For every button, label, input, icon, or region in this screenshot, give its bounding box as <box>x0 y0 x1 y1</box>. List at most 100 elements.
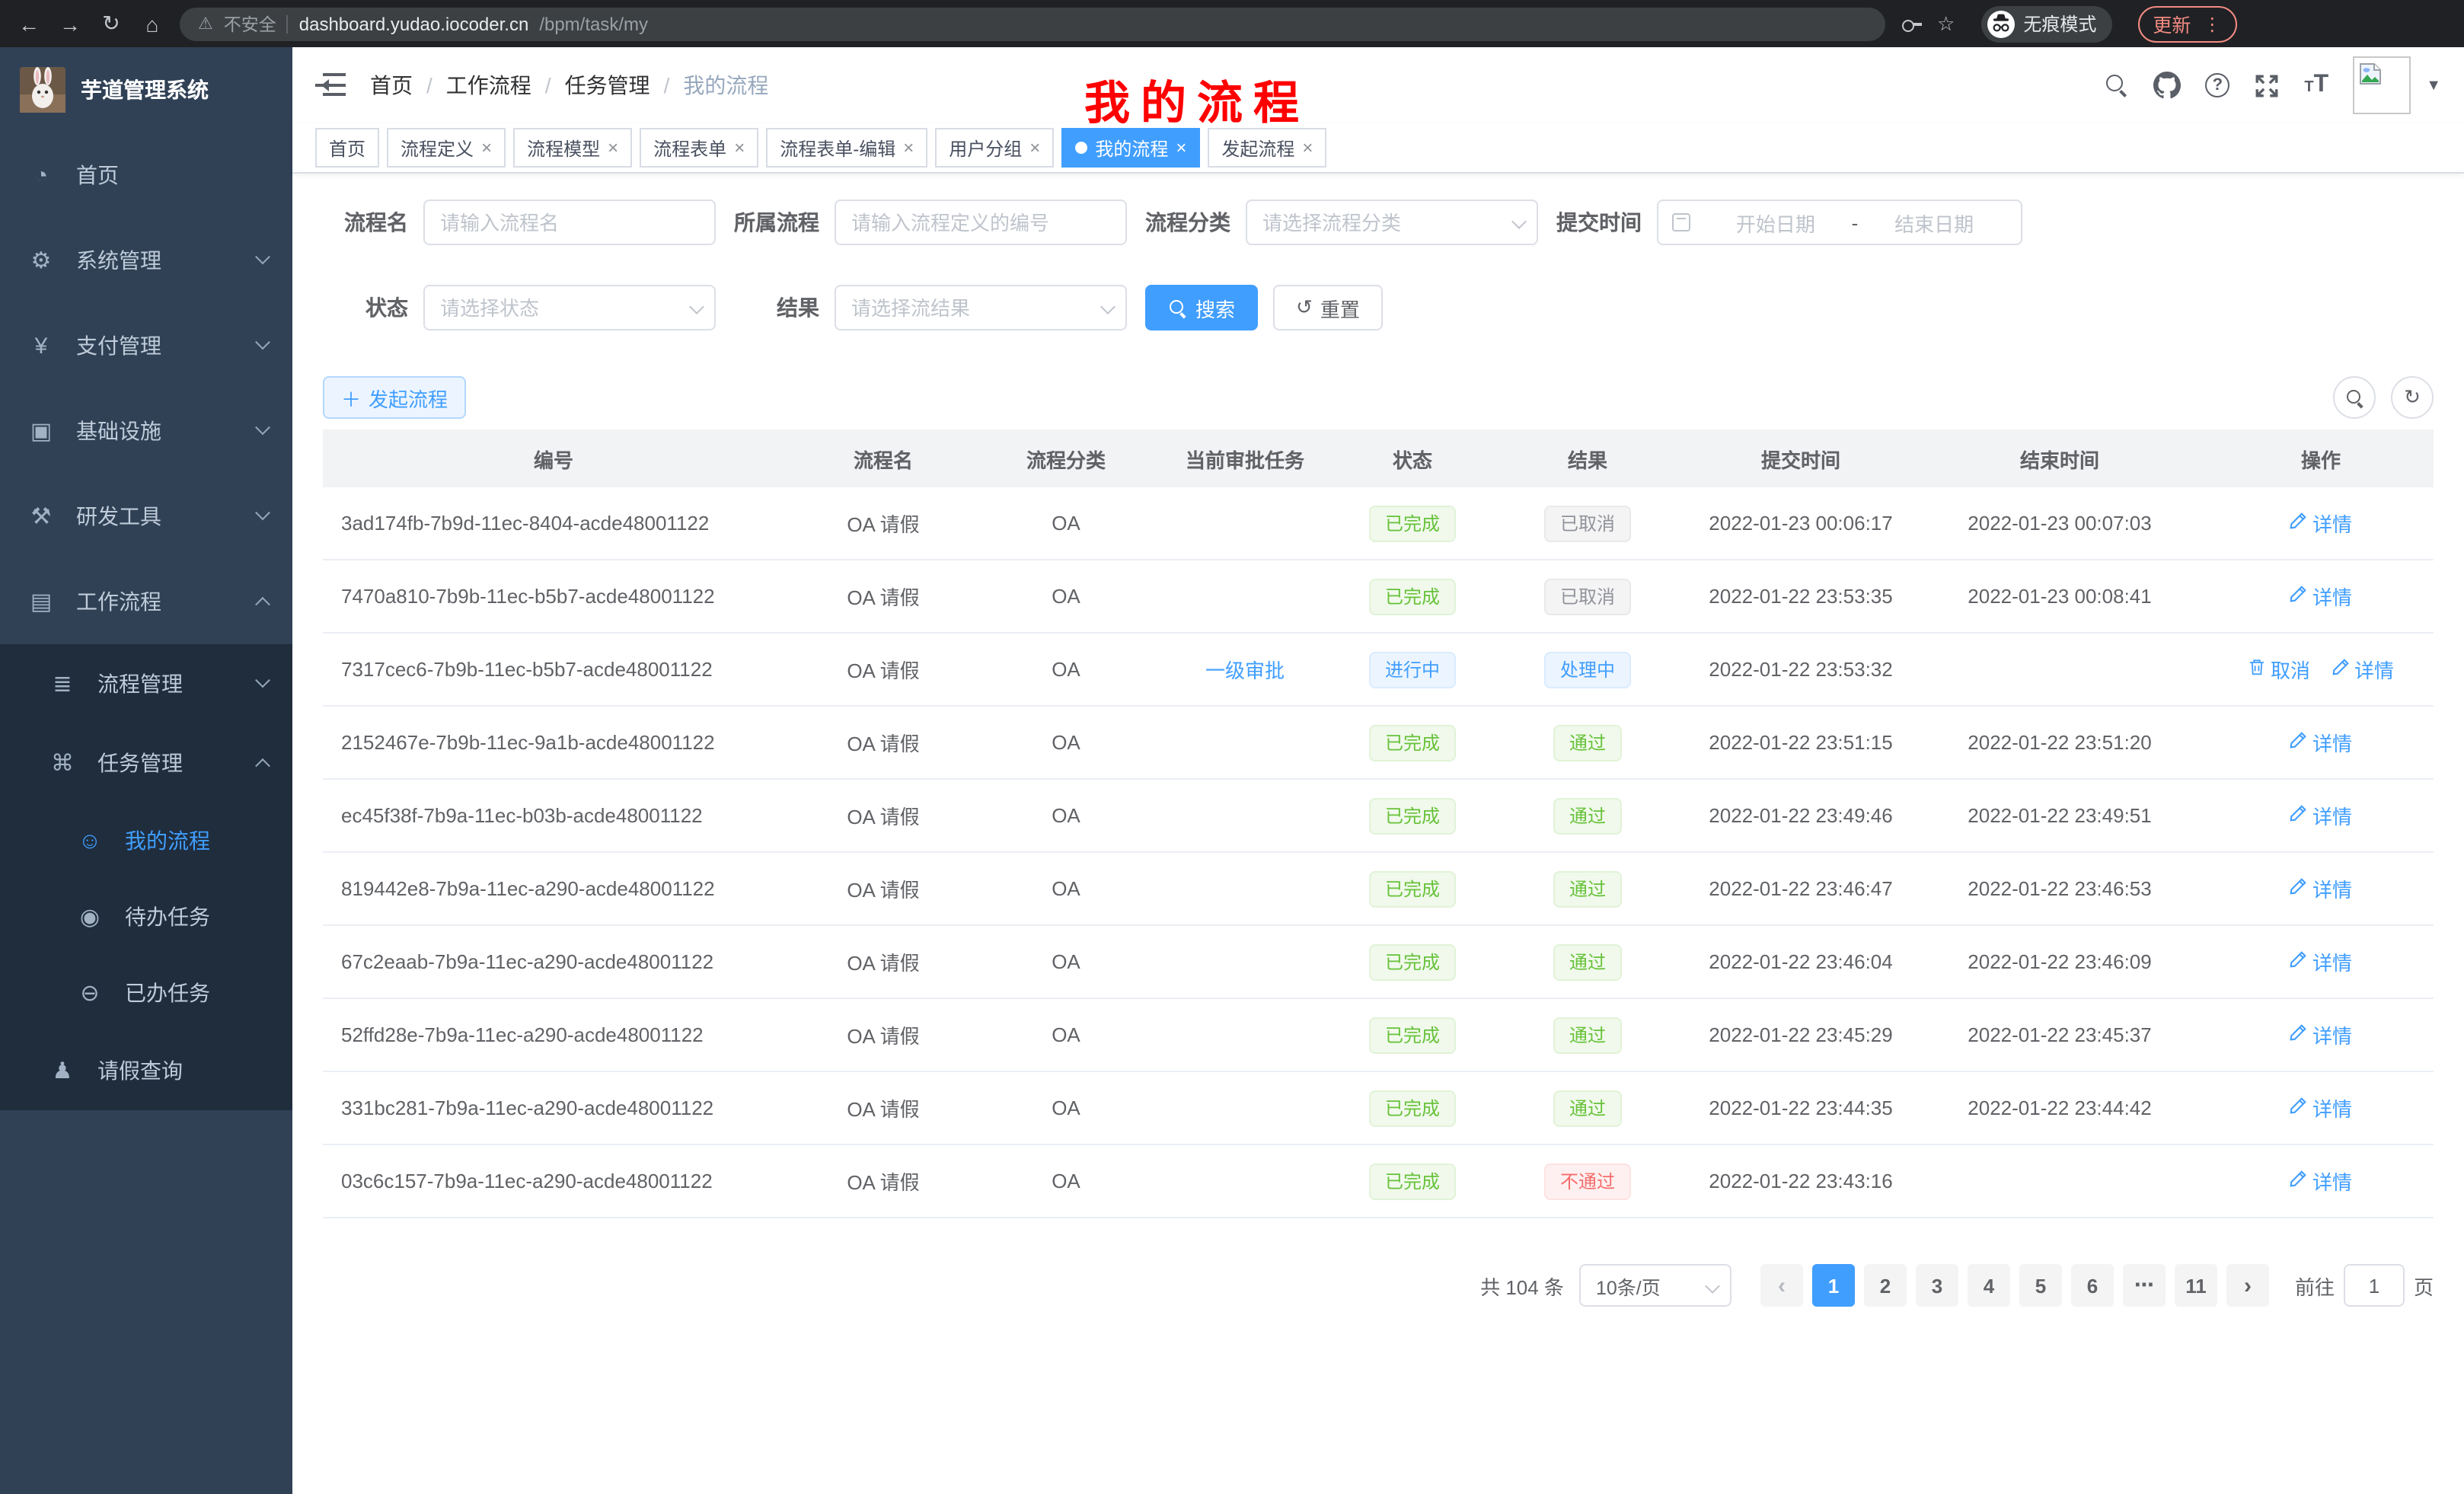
page-button[interactable]: 1 <box>1812 1264 1855 1307</box>
reload-icon[interactable]: ↻ <box>97 11 125 37</box>
close-icon[interactable]: × <box>734 137 745 158</box>
detail-link[interactable]: 详情 <box>2332 655 2394 684</box>
page-size-select[interactable] <box>1579 1264 1732 1307</box>
password-key-icon[interactable] <box>1899 11 1923 36</box>
action-label: 详情 <box>2312 728 2352 757</box>
jump-unit: 页 <box>2414 1271 2434 1300</box>
close-icon[interactable]: × <box>903 137 914 158</box>
prev-page-button[interactable]: ‹ <box>1760 1264 1803 1307</box>
row-id: 331bc281-7b9a-11ec-a290-acde48001122 <box>323 1097 784 1119</box>
detail-link[interactable]: 详情 <box>2290 1020 2352 1049</box>
sidebar-item-home[interactable]: ◔首页 <box>0 132 292 218</box>
tab-user-group[interactable]: 用户分组× <box>935 128 1054 168</box>
more-pages-button[interactable]: ⋯ <box>2123 1264 2166 1307</box>
close-icon[interactable]: × <box>608 137 618 158</box>
detail-link[interactable]: 详情 <box>2290 801 2352 830</box>
bookmark-star-icon[interactable]: ☆ <box>1937 11 1955 36</box>
tab-process-form[interactable]: 流程表单× <box>640 128 758 168</box>
start-date-placeholder[interactable]: 开始日期 <box>1703 208 1849 237</box>
refresh-button[interactable]: ↻ <box>2391 376 2434 419</box>
result-select-input[interactable] <box>835 285 1127 330</box>
fullscreen-icon[interactable] <box>2254 72 2280 98</box>
status-select[interactable] <box>423 285 716 330</box>
sidebar-item-task-mgmt[interactable]: ⌘任务管理 <box>0 723 292 803</box>
avatar-caret-icon[interactable]: ▼ <box>2426 77 2441 94</box>
sidebar-item-my-process[interactable]: ☺我的流程 <box>0 803 292 879</box>
start-process-button[interactable]: ＋ 发起流程 <box>323 376 466 419</box>
row-process-name: OA 请假 <box>784 1093 982 1122</box>
detail-link[interactable]: 详情 <box>2290 1167 2352 1196</box>
process-definition-input[interactable] <box>835 200 1127 245</box>
search-button[interactable]: 搜索 <box>1145 285 1258 330</box>
sidebar-item-workflow[interactable]: ▤工作流程 <box>0 559 292 644</box>
sidebar-item-process-mgmt[interactable]: ≣流程管理 <box>0 644 292 723</box>
page-button[interactable]: 6 <box>2071 1264 2114 1307</box>
browser-toolbar: ← → ↻ ⌂ ⚠ 不安全 dashboard.yudao.iocoder.cn… <box>0 0 2464 47</box>
current-task-link[interactable]: 一级审批 <box>1205 659 1285 682</box>
detail-link[interactable]: 详情 <box>2290 582 2352 611</box>
page-button[interactable]: 11 <box>2175 1264 2217 1307</box>
action-label: 详情 <box>2354 655 2394 684</box>
tab-process-definition[interactable]: 流程定义× <box>387 128 506 168</box>
detail-link[interactable]: 详情 <box>2290 874 2352 903</box>
page-button[interactable]: 2 <box>1864 1264 1907 1307</box>
github-icon[interactable] <box>2153 72 2181 99</box>
status-select-input[interactable] <box>423 285 716 330</box>
home-icon[interactable]: ⌂ <box>139 11 166 36</box>
sidebar-item-devtools[interactable]: ⚒研发工具 <box>0 474 292 559</box>
jump-page-input[interactable] <box>2344 1264 2405 1307</box>
status-badge: 已完成 <box>1370 870 1455 907</box>
category-select-input[interactable] <box>1246 200 1538 245</box>
breadcrumb-workflow[interactable]: 工作流程 <box>446 70 531 101</box>
back-icon[interactable]: ← <box>15 11 43 36</box>
cancel-link[interactable]: 取消 <box>2248 655 2310 684</box>
close-icon[interactable]: × <box>1176 137 1186 158</box>
next-page-button[interactable]: › <box>2226 1264 2269 1307</box>
close-icon[interactable]: × <box>1302 137 1313 158</box>
show-search-button[interactable] <box>2333 376 2376 419</box>
page-buttons: 123456⋯11 <box>1808 1264 2222 1307</box>
search-icon[interactable] <box>2105 73 2129 97</box>
result-select[interactable] <box>835 285 1127 330</box>
tab-start-process[interactable]: 发起流程× <box>1208 128 1326 168</box>
close-icon[interactable]: × <box>481 137 492 158</box>
detail-link[interactable]: 详情 <box>2290 509 2352 538</box>
address-bar[interactable]: ⚠ 不安全 dashboard.yudao.iocoder.cn/bpm/tas… <box>180 7 1885 40</box>
close-icon[interactable]: × <box>1029 137 1040 158</box>
table-row: 331bc281-7b9a-11ec-a290-acde48001122OA 请… <box>323 1072 2434 1145</box>
sidebar-item-done-task[interactable]: ⊖已办任务 <box>0 955 292 1031</box>
breadcrumb-task-mgmt[interactable]: 任务管理 <box>565 70 650 101</box>
detail-link[interactable]: 详情 <box>2290 728 2352 757</box>
user-avatar[interactable] <box>2353 56 2411 114</box>
forward-icon[interactable]: → <box>56 11 84 36</box>
sidebar-item-system[interactable]: ⚙系统管理 <box>0 218 292 303</box>
date-range-picker[interactable]: 开始日期 - 结束日期 <box>1657 200 2022 245</box>
detail-link[interactable]: 详情 <box>2290 947 2352 976</box>
sidebar-item-todo-task[interactable]: ◉待办任务 <box>0 879 292 955</box>
sidebar-item-payment[interactable]: ¥支付管理 <box>0 303 292 388</box>
sidebar-item-leave-query[interactable]: ♟请假查询 <box>0 1031 292 1110</box>
process-definition-label: 所属流程 <box>734 207 819 238</box>
sidebar-item-infra[interactable]: ▣基础设施 <box>0 388 292 474</box>
page-button[interactable]: 4 <box>1968 1264 2010 1307</box>
process-name-label: 流程名 <box>323 207 408 238</box>
page-size-input[interactable] <box>1579 1264 1732 1307</box>
page-button[interactable]: 5 <box>2019 1264 2062 1307</box>
process-name-input[interactable] <box>423 200 716 245</box>
tab-my-process[interactable]: 我的流程× <box>1061 128 1200 168</box>
reset-button[interactable]: ↺ 重置 <box>1273 285 1383 330</box>
browser-menu-icon[interactable]: ⋮ <box>2203 13 2221 34</box>
sidebar-toggle-icon[interactable] <box>315 73 346 97</box>
breadcrumb-home[interactable]: 首页 <box>370 70 413 101</box>
end-date-placeholder[interactable]: 结束日期 <box>1861 208 2007 237</box>
tab-home[interactable]: 首页 <box>315 128 379 168</box>
tab-process-model[interactable]: 流程模型× <box>513 128 632 168</box>
result-badge: 处理中 <box>1545 651 1630 688</box>
tab-process-form-edit[interactable]: 流程表单-编辑× <box>766 128 927 168</box>
help-icon[interactable]: ? <box>2205 73 2229 97</box>
update-button[interactable]: 更新 ⋮ <box>2137 5 2236 42</box>
font-size-icon[interactable]: TT <box>2304 72 2328 99</box>
detail-link[interactable]: 详情 <box>2290 1093 2352 1122</box>
page-button[interactable]: 3 <box>1916 1264 1958 1307</box>
category-select[interactable] <box>1246 200 1538 245</box>
